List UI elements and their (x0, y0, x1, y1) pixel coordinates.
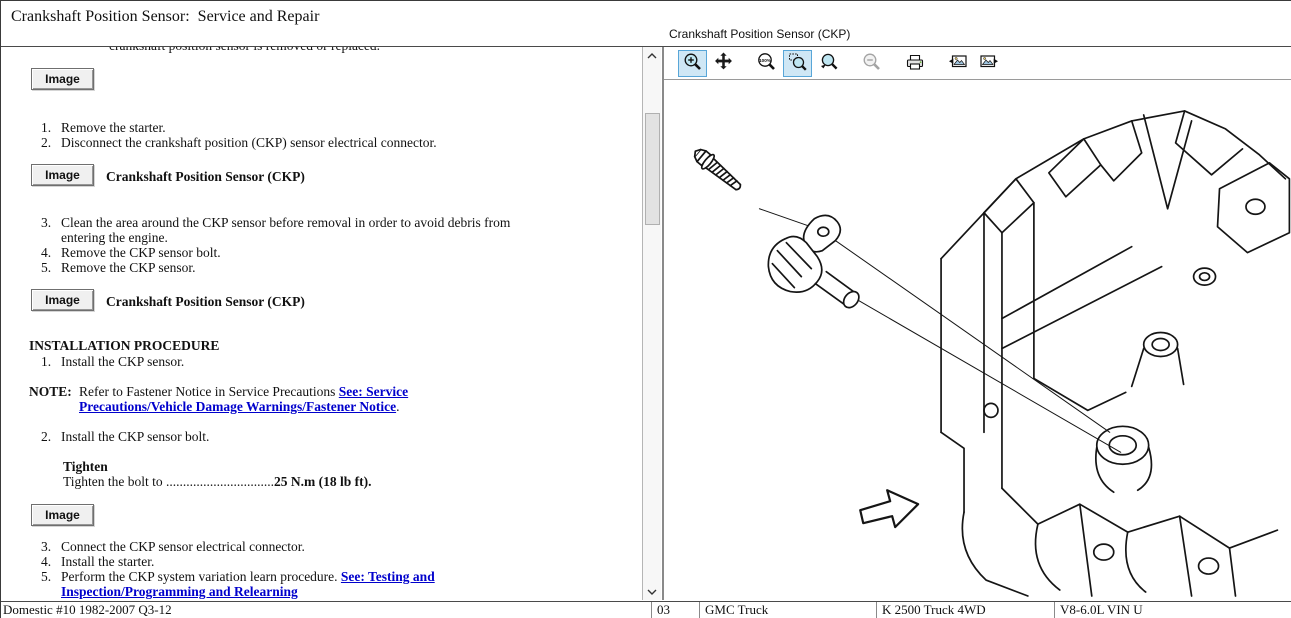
figure-caption: Crankshaft Position Sensor (CKP) (106, 169, 305, 185)
printer-icon (905, 53, 925, 74)
previous-image-button[interactable] (943, 50, 972, 77)
diagram-canvas[interactable] (664, 81, 1291, 600)
note-text: Refer to Fastener Notice in Service Prec… (79, 384, 339, 399)
status-bar: Domestic #10 1982-2007 Q3-12 03 GMC Truc… (1, 601, 1291, 618)
page-title: Crankshaft Position Sensor: Service and … (11, 8, 319, 26)
zoom-actual-size-button[interactable]: 100% (752, 50, 781, 77)
image-button[interactable]: Image (31, 68, 94, 90)
procedure-document-panel[interactable]: crankshaft position sensor is removed or… (1, 47, 642, 600)
step-number: 1. (41, 354, 59, 369)
step-text: Remove the CKP sensor. (61, 260, 196, 275)
zoom-window-icon (788, 52, 808, 75)
pan-button[interactable] (709, 50, 738, 77)
step-number: 2. (41, 135, 59, 150)
image-button[interactable]: Image (31, 289, 94, 311)
list-item: 5. Remove the CKP sensor. (41, 260, 196, 275)
step-text: Install the CKP sensor bolt. (61, 429, 209, 444)
step-number: 5. (41, 260, 59, 275)
tighten-lead: Tighten the bolt to ....................… (63, 474, 274, 489)
step-number: 2. (41, 429, 59, 444)
document-scrollbar[interactable] (642, 47, 661, 600)
clipped-paragraph-text: crankshaft position sensor is removed or… (109, 47, 380, 54)
title-bar: Crankshaft Position Sensor: Service and … (1, 1, 1291, 47)
step-text: Disconnect the crankshaft position (CKP)… (61, 135, 437, 150)
figure-caption: Crankshaft Position Sensor (CKP) (106, 294, 305, 310)
list-item: 4. Install the starter. (41, 554, 154, 569)
tighten-suffix: . (368, 474, 371, 489)
step-text: Install the CKP sensor. (61, 354, 184, 369)
list-item: 2. Install the CKP sensor bolt. (41, 429, 209, 444)
list-item: 1. Remove the starter. (41, 120, 166, 135)
service-manual-window: Crankshaft Position Sensor: Service and … (0, 0, 1291, 618)
step-text-lead: Perform the CKP system variation learn p… (61, 569, 341, 584)
pan-icon (714, 52, 733, 74)
step-number: 3. (41, 539, 59, 554)
scroll-up-button[interactable] (643, 47, 661, 64)
scroll-down-button[interactable] (643, 583, 661, 600)
svg-text:100%: 100% (759, 57, 771, 62)
step-number: 4. (41, 245, 59, 260)
image-button[interactable]: Image (31, 164, 94, 186)
image-viewer-panel: 100% (664, 47, 1291, 600)
zoom-dynamic-icon (819, 52, 839, 75)
step-number: 5. (41, 569, 59, 584)
status-year: 03 (651, 602, 670, 618)
status-make: GMC Truck (699, 602, 768, 618)
print-button[interactable] (900, 50, 929, 77)
step-text: Remove the CKP sensor bolt. (61, 245, 221, 260)
chevron-up-icon (647, 53, 657, 59)
image-button[interactable]: Image (31, 504, 94, 526)
step-text: Clean the area around the CKP sensor bef… (61, 215, 521, 245)
list-item: 1. Install the CKP sensor. (41, 354, 184, 369)
zoom-in-icon (683, 52, 703, 75)
next-image-button[interactable] (974, 50, 1003, 77)
zoom-in-button[interactable] (678, 50, 707, 77)
list-item: 3. Connect the CKP sensor electrical con… (41, 539, 305, 554)
viewer-toolbar: 100% (664, 47, 1291, 80)
tighten-label: Tighten (63, 459, 108, 475)
step-text: Remove the starter. (61, 120, 166, 135)
zoom-out-icon (862, 52, 882, 75)
step-number: 3. (41, 215, 59, 230)
zoom-out-button[interactable] (857, 50, 886, 77)
status-model: K 2500 Truck 4WD (876, 602, 986, 618)
image-viewer-title: Crankshaft Position Sensor (CKP) (669, 27, 850, 41)
step-text: Install the starter. (61, 554, 154, 569)
scrollbar-thumb[interactable] (645, 113, 660, 225)
zoom-window-button[interactable] (783, 50, 812, 77)
step-text: Perform the CKP system variation learn p… (61, 569, 466, 599)
list-item: 2. Disconnect the crankshaft position (C… (41, 135, 437, 150)
list-item: 4. Remove the CKP sensor bolt. (41, 245, 221, 260)
note-body: Refer to Fastener Notice in Service Prec… (79, 384, 429, 414)
tighten-value: 25 N.m (18 lb ft) (274, 474, 368, 489)
previous-image-icon (948, 52, 968, 74)
tighten-spec: Tighten the bolt to ....................… (63, 474, 372, 490)
next-image-icon (979, 52, 999, 74)
step-text: Connect the CKP sensor electrical connec… (61, 539, 305, 554)
note-label: NOTE: (29, 384, 72, 400)
step-number: 4. (41, 554, 59, 569)
step-number: 1. (41, 120, 59, 135)
engine-block-ckp-diagram (664, 81, 1291, 600)
chevron-down-icon (647, 589, 657, 595)
status-database: Domestic #10 1982-2007 Q3-12 (1, 602, 172, 618)
list-item: 5. Perform the CKP system variation lear… (41, 569, 466, 599)
installation-procedure-heading: INSTALLATION PROCEDURE (29, 338, 219, 354)
zoom-100-icon: 100% (757, 52, 777, 75)
note-suffix: . (396, 399, 399, 414)
list-item: 3. Clean the area around the CKP sensor … (41, 215, 521, 245)
zoom-dynamic-button[interactable] (814, 50, 843, 77)
status-engine: V8-6.0L VIN U (1054, 602, 1143, 618)
